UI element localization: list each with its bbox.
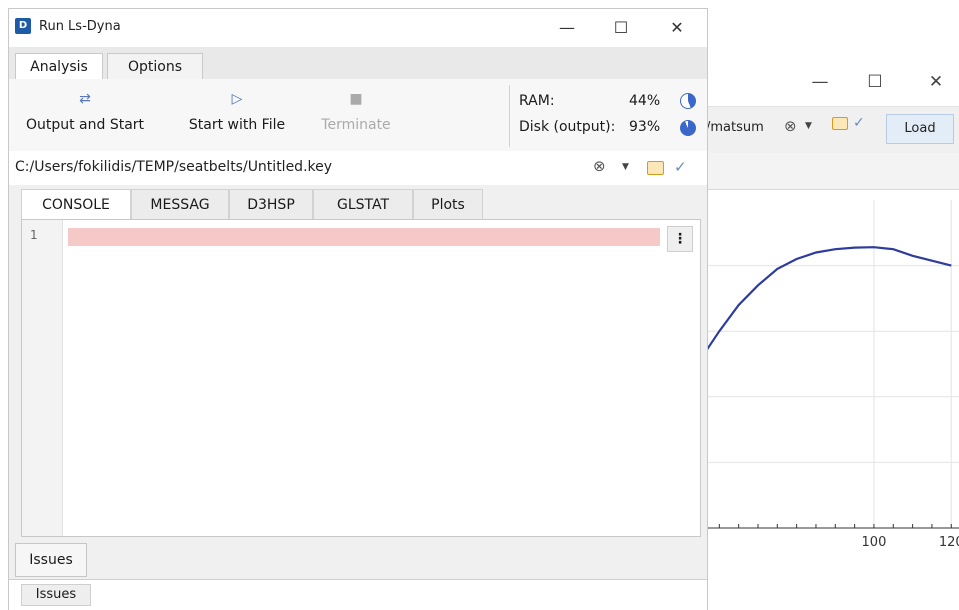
x-tick-label-1: 120 [939,535,959,550]
background-maximize-button[interactable]: ☐ [860,72,890,92]
app-icon: D [15,18,31,34]
tab-d3hsp[interactable]: D3HSP [229,189,313,219]
output-tab-bar: CONSOLE MESSAG D3HSP GLSTAT Plots [9,185,707,219]
ram-label: RAM: [519,93,555,109]
background-minimize-button[interactable]: — [805,72,835,92]
ram-value: 44% [629,93,661,109]
play-icon: ▷ [231,91,243,107]
more-options-icon[interactable]: ⋮ [667,226,693,252]
series-line-0 [702,246,952,355]
keyfile-path-field[interactable]: C:/Users/fokilidis/TEMP/seatbelts/Untitl… [15,159,332,175]
tab-options[interactable]: Options [107,53,203,79]
stop-icon: ■ [349,91,363,107]
x-tick-label-0: 100 [862,535,887,550]
terminate-label: Terminate [321,117,391,133]
clear-icon[interactable]: ⊗ [593,157,606,175]
output-and-start-button[interactable]: ⇄ Output and Start [15,79,155,151]
folder-icon[interactable] [832,117,848,130]
issues-status-tab[interactable]: Issues [21,584,91,606]
titlebar: D Run Ls-Dyna — ☐ ✕ [9,9,707,47]
output-start-icon: ⇄ [79,91,91,107]
dropdown-arrow-icon[interactable]: ▼ [805,121,812,131]
clear-icon[interactable]: ⊗ [784,117,797,135]
tab-glstat[interactable]: GLSTAT [313,189,413,219]
current-line-highlight [68,228,660,246]
disk-label: Disk (output): [519,119,616,135]
ribbon: ⇄ Output and Start ▷ Start with File ■ T… [9,79,707,152]
disk-value: 93% [629,119,661,135]
issues-button[interactable]: Issues [15,543,87,577]
keyfile-path-bar: C:/Users/fokilidis/TEMP/seatbelts/Untitl… [9,151,707,186]
background-plot: 100 120 [700,190,959,550]
background-close-button[interactable]: ✕ [921,72,951,92]
check-icon[interactable]: ✓ [853,115,865,131]
background-path-field[interactable]: /matsum [706,120,764,135]
start-with-file-button[interactable]: ▷ Start with File [175,79,299,151]
status-bar: Issues [9,579,707,610]
line-number-gutter: 1 [22,220,63,536]
background-tab-strip [700,153,959,190]
check-icon[interactable]: ✓ [674,158,687,176]
plot-canvas: 100 120 [700,200,959,550]
tab-plots[interactable]: Plots [413,189,483,219]
background-titlebar: — ☐ ✕ [700,60,959,106]
console-editor[interactable]: 1 ⋮ [21,219,701,537]
tab-analysis[interactable]: Analysis [15,53,103,79]
disk-usage-icon [680,120,696,136]
start-with-file-label: Start with File [188,117,286,133]
minimize-button[interactable]: — [547,15,587,41]
load-button[interactable]: Load [886,114,954,144]
run-ls-dyna-window: D Run Ls-Dyna — ☐ ✕ Analysis Options ⇄ O… [8,8,708,610]
close-button[interactable]: ✕ [657,15,697,41]
ribbon-divider [509,85,510,147]
folder-icon[interactable] [647,161,664,175]
tab-messag[interactable]: MESSAG [131,189,229,219]
maximize-button[interactable]: ☐ [601,15,641,41]
tab-console[interactable]: CONSOLE [21,189,131,219]
background-footer [700,550,959,610]
window-title: Run Ls-Dyna [39,19,121,34]
background-window: — ☐ ✕ /matsum ⊗ ▼ ✓ Load 100 120 [700,60,959,610]
background-toolbar: /matsum ⊗ ▼ ✓ Load [700,106,959,154]
terminate-button[interactable]: ■ Terminate [309,79,403,151]
main-tab-bar: Analysis Options [9,47,707,80]
line-number: 1 [30,228,38,242]
dropdown-arrow-icon[interactable]: ▼ [622,162,629,172]
output-and-start-label: Output and Start [25,117,145,133]
ram-usage-icon [680,93,696,109]
